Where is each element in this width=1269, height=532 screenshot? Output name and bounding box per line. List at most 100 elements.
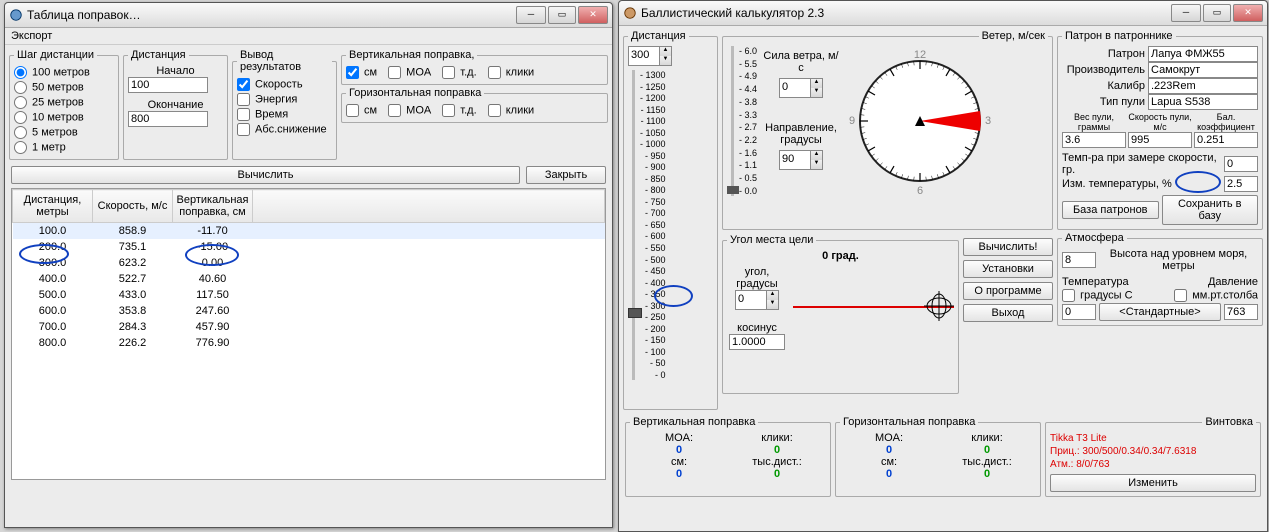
- vcorr-moa-val: 0: [676, 444, 682, 456]
- table-row[interactable]: 200.0735.1-15.00: [13, 239, 605, 255]
- cart-field-0[interactable]: [1148, 46, 1258, 62]
- atm-temp-input[interactable]: [1062, 304, 1096, 320]
- svg-text:12: 12: [914, 49, 926, 61]
- minimize-button[interactable]: ─: [516, 6, 546, 24]
- target-icon: [924, 291, 954, 321]
- step-opt-1[interactable]: 50 метров: [14, 81, 84, 94]
- tick: - 2.7: [739, 122, 757, 132]
- minimize-button[interactable]: ─: [1171, 4, 1201, 22]
- window-title: Баллистический калькулятор 2.3: [641, 6, 1171, 20]
- cart-temp-input[interactable]: [1224, 156, 1258, 172]
- tick: - 4.4: [739, 84, 757, 94]
- wind-panel: Ветер, м/сек - 6.0- 5.5- 4.9- 4.4- 3.8- …: [722, 30, 1053, 230]
- table-header: Дистанция, метры: [13, 190, 93, 223]
- tick: - 650: [640, 220, 666, 230]
- cart-dtemp-input[interactable]: [1224, 176, 1258, 192]
- cartridge-panel: Патрон в патроннике ПатронПроизводительК…: [1057, 30, 1263, 230]
- horz-unit-0[interactable]: см: [346, 104, 377, 117]
- dist-start-input[interactable]: [128, 77, 208, 93]
- out-opt-1[interactable]: Энергия: [237, 93, 297, 106]
- angle-cos-label: косинус: [727, 322, 787, 334]
- angle-deg-label: угол, градусы: [727, 266, 787, 290]
- out-opt-2[interactable]: Время: [237, 108, 288, 121]
- maximize-button[interactable]: ▭: [548, 6, 576, 24]
- cart-val-2[interactable]: [1194, 132, 1258, 148]
- atm-std-button[interactable]: <Стандартные>: [1099, 303, 1221, 321]
- wind-dir-input[interactable]: [780, 151, 810, 167]
- about-button[interactable]: О программе: [963, 282, 1053, 300]
- close-button[interactable]: ✕: [578, 6, 608, 24]
- table-row[interactable]: 400.0522.740.60: [13, 271, 605, 287]
- dist-end-input[interactable]: [128, 111, 208, 127]
- step-opt-5[interactable]: 1 метр: [14, 141, 66, 154]
- horz-unit-2[interactable]: т.д.: [442, 104, 476, 117]
- tick: - 1000: [640, 139, 666, 149]
- distance-input[interactable]: [629, 47, 659, 63]
- table-row[interactable]: 700.0284.3457.90: [13, 319, 605, 335]
- distance-slider-thumb[interactable]: [628, 308, 642, 318]
- cart-field-1[interactable]: [1148, 62, 1258, 78]
- table-row[interactable]: 600.0353.8247.60: [13, 303, 605, 319]
- table-row[interactable]: 100.0858.9-11.70: [13, 223, 605, 240]
- tick: - 3.3: [739, 110, 757, 120]
- angle-cos-input[interactable]: [729, 334, 785, 350]
- table-row[interactable]: 500.0433.0117.50: [13, 287, 605, 303]
- cart-field-2[interactable]: [1148, 78, 1258, 94]
- atm-press-unit[interactable]: мм.рт.столба: [1174, 289, 1258, 302]
- horz-unit-1[interactable]: MOA: [388, 104, 431, 117]
- cart-field-3[interactable]: [1148, 94, 1258, 110]
- tick: - 1300: [640, 70, 666, 80]
- table-row[interactable]: 800.0226.2776.90: [13, 335, 605, 351]
- step-opt-0[interactable]: 100 метров: [14, 66, 90, 79]
- wind-strength-spinner[interactable]: ▲▼: [779, 78, 823, 98]
- angle-spinner[interactable]: ▲▼: [735, 290, 779, 310]
- menu-export[interactable]: Экспорт: [5, 28, 612, 45]
- cart-val-1[interactable]: [1128, 132, 1192, 148]
- angle-input[interactable]: [736, 291, 766, 307]
- out-opt-3[interactable]: Абс.снижение: [237, 123, 327, 136]
- tick: - 300: [640, 301, 666, 311]
- step-opt-2[interactable]: 25 метров: [14, 96, 84, 109]
- wind-slider-thumb[interactable]: [727, 186, 739, 194]
- settings-button[interactable]: Установки: [963, 260, 1053, 278]
- hcorr-moa-val: 0: [886, 444, 892, 456]
- rifle-edit-button[interactable]: Изменить: [1050, 474, 1256, 492]
- exit-button[interactable]: Выход: [963, 304, 1053, 322]
- horz-corr-legend: Горизонтальная поправка: [346, 87, 484, 99]
- wind-strength-input[interactable]: [780, 79, 810, 95]
- rifle-line: Приц.: 300/500/0.34/0.34/7.6318: [1050, 445, 1256, 458]
- horz-unit-3[interactable]: клики: [488, 104, 535, 117]
- close-dialog-button[interactable]: Закрыть: [526, 166, 606, 184]
- atm-press-input[interactable]: [1224, 304, 1258, 320]
- wind-compass[interactable]: 12 3 6 9: [845, 46, 995, 196]
- calc-main-button[interactable]: Вычислить!: [963, 238, 1053, 256]
- maximize-button[interactable]: ▭: [1203, 4, 1231, 22]
- vert-unit-2[interactable]: т.д.: [442, 66, 476, 79]
- step-opt-4[interactable]: 5 метров: [14, 126, 78, 139]
- vert-unit-3[interactable]: клики: [488, 66, 535, 79]
- cart-val-0[interactable]: [1062, 132, 1126, 148]
- atm-alt-input[interactable]: [1062, 252, 1096, 268]
- output-group: Вывод результатов Скорость Энергия Время…: [232, 49, 337, 160]
- atm-temp-unit[interactable]: градусы C: [1062, 289, 1133, 302]
- cart-db-button[interactable]: База патронов: [1062, 201, 1159, 219]
- step-opt-3[interactable]: 10 метров: [14, 111, 84, 124]
- wind-dir-spinner[interactable]: ▲▼: [779, 150, 823, 170]
- tick: - 3.8: [739, 97, 757, 107]
- rifle-line: Атм.: 8/0/763: [1050, 458, 1256, 471]
- vert-unit-1[interactable]: MOA: [388, 66, 431, 79]
- tick: - 350: [640, 289, 666, 299]
- distance-legend: Дистанция: [628, 30, 689, 42]
- vert-unit-0[interactable]: см: [346, 66, 377, 79]
- out-opt-0[interactable]: Скорость: [237, 78, 303, 91]
- close-button[interactable]: ✕: [1233, 4, 1263, 22]
- table-header: Скорость, м/с: [93, 190, 173, 223]
- tick: - 5.5: [739, 59, 757, 69]
- table-row[interactable]: 300.0623.20.00: [13, 255, 605, 271]
- distance-spinner[interactable]: ▲▼: [628, 46, 672, 66]
- calc-button[interactable]: Вычислить: [11, 166, 520, 184]
- cart-save-button[interactable]: Сохранить в базу: [1162, 195, 1259, 225]
- dist-start-label: Начало: [128, 65, 223, 77]
- distance-panel: Дистанция ▲▼ - 1300- 1250- 1200- 1150- 1…: [623, 30, 718, 410]
- tick: - 100: [640, 347, 666, 357]
